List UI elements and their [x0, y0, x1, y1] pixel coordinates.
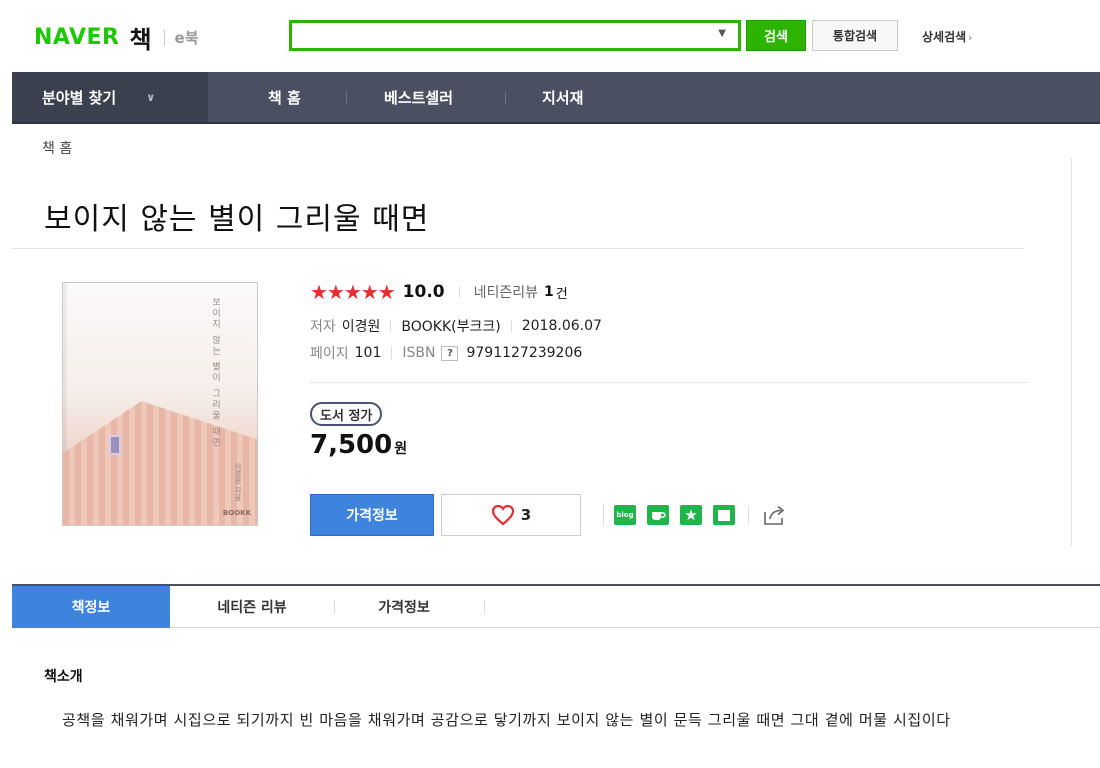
bookmark-star-icon[interactable]: ★: [680, 505, 702, 525]
publish-date: 2018.06.07: [521, 318, 602, 334]
top-bar: NAVER 책 e북 ▼ 검색 통합검색 상세검색 ›: [0, 0, 1100, 72]
review-count[interactable]: 1: [544, 284, 554, 300]
book-cover[interactable]: 보이지 않는 별이 그리울 때면 이경원 지음 BOOKK: [62, 282, 258, 526]
logo[interactable]: NAVER 책 e북: [34, 20, 199, 55]
price-badge: 도서 정가: [310, 402, 383, 426]
isbn-value: 9791127239206: [466, 345, 583, 361]
tab-book-info[interactable]: 책정보: [12, 586, 170, 628]
chevron-right-icon: ›: [968, 33, 973, 44]
blog-icon[interactable]: blog: [614, 505, 636, 525]
author-label: 저자: [310, 319, 336, 335]
category-menu[interactable]: 분야별 찾기 ∨: [12, 72, 208, 122]
price-value: 7,500: [310, 430, 393, 460]
review-link[interactable]: 네티즌리뷰: [474, 282, 538, 302]
search-dropdown-icon[interactable]: ▼: [718, 28, 726, 39]
cover-title: 보이지 않는 별이 그리울 때면: [210, 297, 220, 449]
naver-logo[interactable]: NAVER: [34, 25, 119, 50]
like-button[interactable]: 3: [441, 494, 581, 536]
cover-window-art: [109, 435, 121, 455]
right-divider: [1071, 158, 1072, 546]
memo-icon[interactable]: [713, 505, 735, 525]
rating-row: ★★★★★ 10.0 네티즌리뷰 1 건: [310, 280, 568, 304]
cover-publisher: BOOKK: [222, 509, 251, 517]
price-info-button[interactable]: 가격정보: [310, 494, 434, 536]
tab-reviews[interactable]: 네티즌 리뷰: [170, 586, 334, 628]
pages-value: 101: [354, 345, 382, 361]
divider: [603, 504, 604, 526]
ebook-link[interactable]: e북: [175, 27, 199, 48]
rating-score: 10.0: [402, 282, 445, 302]
global-nav: 분야별 찾기 ∨ 책 홈 베스트셀러 지서재: [12, 72, 1100, 124]
breadcrumb[interactable]: 책 홈: [42, 138, 72, 158]
info-divider: [310, 382, 1028, 383]
cover-roof-art: [63, 401, 257, 525]
isbn-help-icon[interactable]: ?: [441, 345, 459, 361]
isbn-label: ISBN: [402, 345, 436, 361]
chevron-down-icon: ∨: [146, 90, 156, 104]
pages-label: 페이지: [310, 346, 349, 362]
detail-search-link[interactable]: 상세검색 ›: [922, 28, 972, 45]
detail-tabs: 책정보 네티즌 리뷰 가격정보: [12, 584, 1100, 628]
nav-bestseller[interactable]: 베스트셀러: [384, 72, 453, 122]
nav-book-home[interactable]: 책 홈: [268, 72, 301, 122]
price: 7,500 원: [310, 430, 407, 460]
author-row: 저자 이경원 BOOKK(부크크) 2018.06.07: [310, 316, 602, 336]
tab-divider: [484, 600, 485, 614]
cafe-glyph: [652, 512, 666, 520]
divider: [391, 347, 393, 359]
page-title: 보이지 않는 별이 그리울 때면: [44, 202, 430, 237]
heart-icon: [491, 504, 514, 526]
author-link[interactable]: 이경원: [342, 316, 381, 336]
detail-search-label: 상세검색: [922, 30, 967, 44]
nav-divider: [346, 91, 347, 105]
nav-divider: [505, 91, 506, 105]
share-out-icon[interactable]: [762, 503, 788, 531]
search-box: ▼: [289, 20, 741, 51]
page-isbn-row: 페이지 101 ISBN ? 9791127239206: [310, 343, 582, 363]
tab-price-info[interactable]: 가격정보: [334, 586, 474, 628]
price-unit: 원: [394, 441, 408, 457]
logo-divider: [163, 29, 165, 46]
book-intro-text: 공책을 채워가며 시집으로 되기까지 빈 마음을 채워가며 공감으로 닿기까지 …: [62, 711, 951, 729]
cover-author: 이경원 지음: [234, 463, 242, 501]
memo-glyph: [718, 509, 730, 521]
search-button[interactable]: 검색: [746, 20, 806, 51]
publisher-link[interactable]: BOOKK(부크크): [401, 316, 500, 336]
blog-icon-text: blog: [616, 511, 634, 519]
category-menu-label: 분야별 찾기: [42, 88, 117, 107]
divider: [390, 320, 392, 332]
title-divider: [12, 248, 1024, 249]
cafe-icon[interactable]: [647, 505, 669, 525]
review-unit: 건: [555, 286, 568, 302]
divider: [458, 286, 460, 298]
search-input[interactable]: [292, 23, 712, 48]
divider: [748, 506, 749, 524]
book-logo[interactable]: 책: [129, 20, 151, 55]
like-count: 3: [520, 506, 532, 524]
section-title-intro: 책소개: [44, 669, 83, 685]
divider: [510, 320, 512, 332]
total-search-button[interactable]: 통합검색: [812, 20, 898, 51]
rating-stars: ★★★★★: [310, 280, 396, 304]
nav-my-library[interactable]: 지서재: [542, 72, 583, 122]
share-glyph: [764, 505, 785, 525]
